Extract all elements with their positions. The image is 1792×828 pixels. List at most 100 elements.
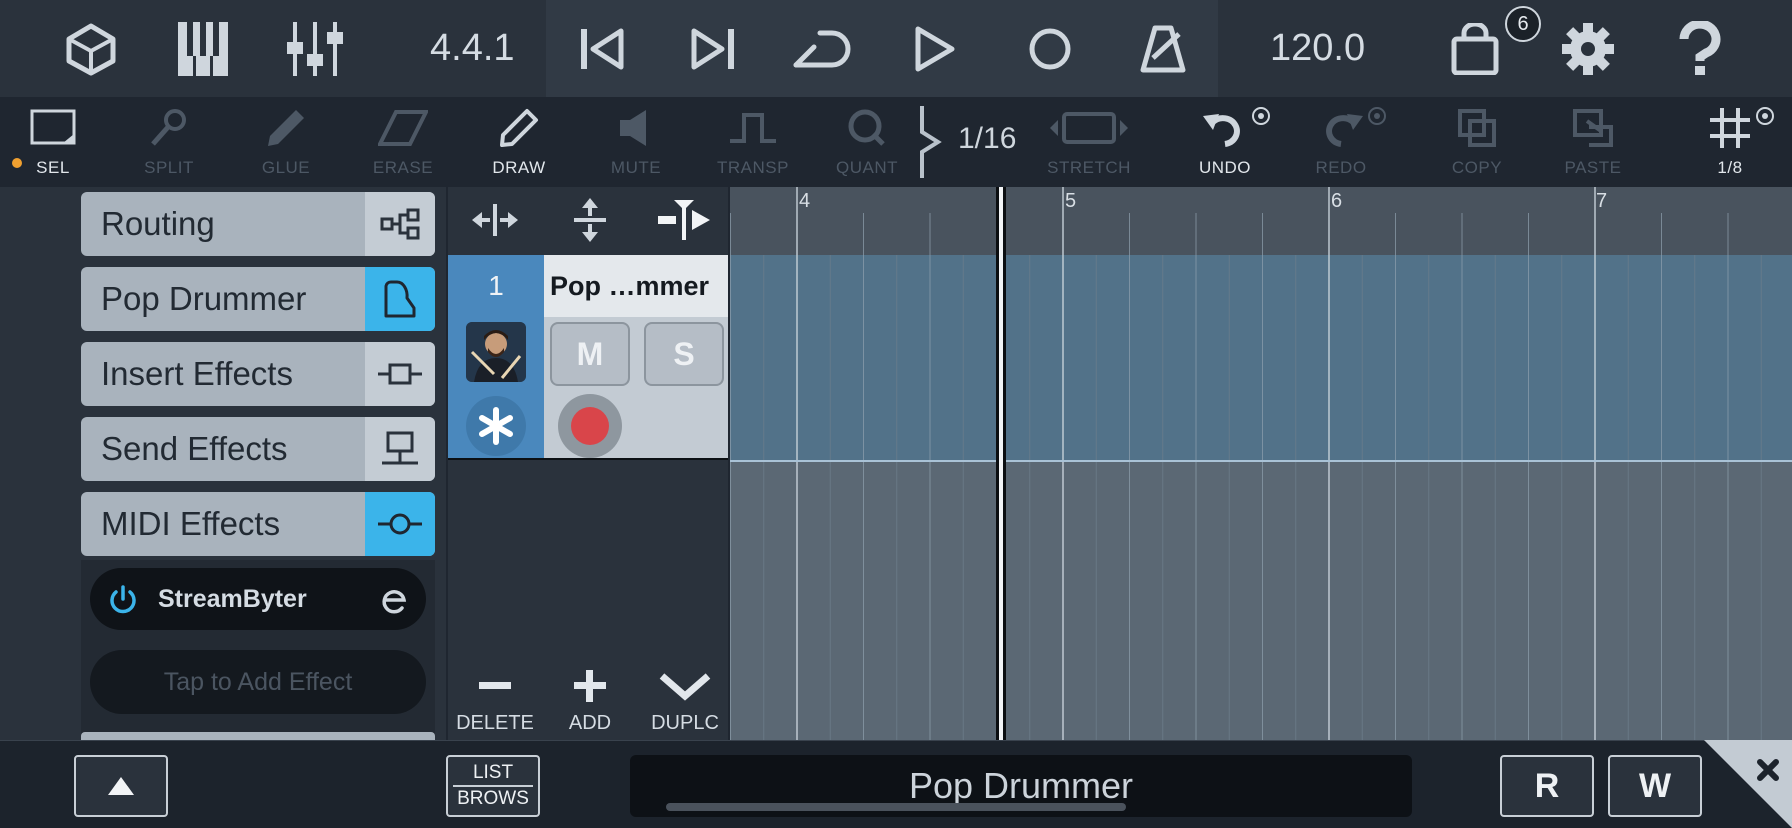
skip-back-button[interactable] (567, 14, 637, 84)
transport-controls-zone (546, 0, 1218, 97)
record-arm-button[interactable] (558, 394, 622, 458)
duplicate-track-button[interactable]: DUPLC (640, 668, 730, 735)
paste-button[interactable]: PASTE (1548, 104, 1638, 182)
plugin-slot-streambyter[interactable]: StreamByter (90, 568, 426, 630)
instrument-row[interactable]: Pop Drummer (81, 267, 435, 331)
instrument-avatar[interactable] (466, 322, 526, 382)
asterisk-icon (479, 407, 513, 445)
redo-history-icon[interactable] (1367, 106, 1387, 126)
midi-effect-icon (378, 513, 422, 535)
list-browser-button[interactable]: LIST BROWS (446, 755, 540, 817)
draw-tool-label: DRAW (492, 158, 546, 177)
split-tool[interactable]: SPLIT (124, 104, 214, 182)
mute-tool[interactable]: MUTE (591, 104, 681, 182)
add-effect-slot[interactable]: Tap to Add Effect (90, 650, 426, 714)
horizontal-scrollbar[interactable] (666, 803, 1126, 811)
edit-plugin-icon[interactable] (380, 584, 410, 614)
paste-label: PASTE (1564, 158, 1622, 177)
position-display[interactable]: 4.4.1 (430, 22, 515, 74)
undo-label: UNDO (1198, 158, 1252, 177)
insert-icon (378, 363, 422, 385)
help-icon (1679, 21, 1721, 75)
quantize-tool[interactable]: QUANT (822, 104, 912, 182)
bar-number-5: 5 (1065, 190, 1077, 212)
skip-forward-button[interactable] (678, 14, 748, 84)
duplicate-track-label: DUPLC (651, 712, 719, 734)
triangle-up-icon (108, 777, 134, 795)
solo-button[interactable]: S (644, 322, 724, 386)
erase-tool[interactable]: ERASE (358, 104, 448, 182)
cube-button[interactable] (56, 14, 126, 84)
keyboard-button[interactable] (168, 14, 238, 84)
list-label: LIST (472, 762, 514, 783)
automation-write-button[interactable]: W (1608, 755, 1702, 817)
select-tool[interactable]: SEL (8, 104, 98, 182)
metronome-button[interactable] (1128, 14, 1198, 84)
follow-playhead-icon[interactable] (656, 198, 712, 242)
split-icon (151, 109, 186, 146)
metronome-icon (1140, 25, 1186, 73)
paste-icon (1573, 109, 1613, 147)
power-icon[interactable] (108, 585, 138, 615)
stretch-tool-label: STRETCH (1047, 158, 1131, 177)
skip-forward-icon (691, 28, 734, 70)
routing-row[interactable]: Routing (81, 192, 435, 256)
add-track-label: ADD (568, 712, 612, 734)
expand-panel-button[interactable] (74, 755, 168, 817)
grid-value: 1/8 (1717, 158, 1743, 177)
instrument-label: Pop Drummer (101, 280, 307, 317)
store-button[interactable] (1440, 14, 1510, 84)
tempo-display[interactable]: 120.0 (1270, 22, 1365, 74)
close-panel-button[interactable] (1704, 740, 1792, 828)
drummer-avatar-icon (466, 322, 526, 382)
record-button[interactable] (1015, 14, 1085, 84)
selection-rect-icon (30, 109, 76, 145)
track-options-button[interactable] (466, 396, 526, 456)
mute-button[interactable]: M (550, 322, 630, 386)
mixer-icon (287, 22, 343, 76)
undo-history-icon[interactable] (1251, 106, 1271, 126)
zoom-horizontal-icon[interactable] (470, 202, 520, 238)
mute-tool-label: MUTE (610, 158, 662, 177)
zoom-vertical-icon[interactable] (570, 196, 610, 244)
copy-button[interactable]: COPY (1432, 104, 1522, 182)
play-button[interactable] (900, 14, 970, 84)
next-category-peek (81, 732, 435, 740)
bar-number-7: 7 (1596, 190, 1608, 212)
quantize-value[interactable]: 1/16 (958, 122, 1016, 156)
plugin-name: StreamByter (158, 584, 307, 613)
stretch-icon (1050, 112, 1128, 144)
midi-effects-label: MIDI Effects (101, 505, 281, 542)
automation-read-button[interactable]: R (1500, 755, 1594, 817)
loop-button[interactable] (789, 14, 859, 84)
transpose-tool[interactable]: TRANSP (708, 104, 798, 182)
help-button[interactable] (1665, 14, 1735, 84)
eraser-icon (378, 110, 428, 146)
settings-button[interactable] (1553, 14, 1623, 84)
grid-options-icon[interactable] (1755, 106, 1775, 126)
insert-icon-cell (365, 342, 435, 406)
store-bag-icon (1451, 23, 1499, 75)
playhead[interactable] (996, 187, 1006, 740)
add-effect-label: Tap to Add Effect (163, 667, 353, 696)
delete-track-button[interactable]: DELETE (450, 668, 540, 735)
track-number: 1 (488, 270, 504, 301)
record-arm-icon (571, 407, 609, 445)
split-tool-label: SPLIT (144, 158, 194, 177)
bar-number-4: 4 (799, 190, 811, 212)
glue-tool[interactable]: GLUE (241, 104, 331, 182)
timeline-grid (730, 187, 1762, 740)
insert-effects-row[interactable]: Insert Effects (81, 342, 435, 406)
duplicate-chevron-icon (659, 673, 711, 701)
stretch-tool[interactable]: STRETCH (1044, 104, 1134, 182)
draw-tool[interactable]: DRAW (474, 104, 564, 182)
lane-bottom-line (730, 460, 1792, 462)
delete-track-label: DELETE (456, 712, 534, 734)
redo-icon (1326, 114, 1363, 147)
midi-effects-row[interactable]: MIDI Effects (81, 492, 435, 556)
quantize-tool-label: QUANT (836, 158, 898, 177)
speaker-icon (620, 110, 646, 146)
send-effects-row[interactable]: Send Effects (81, 417, 435, 481)
add-track-button[interactable]: ADD (545, 668, 635, 735)
mixer-button[interactable] (280, 14, 350, 84)
